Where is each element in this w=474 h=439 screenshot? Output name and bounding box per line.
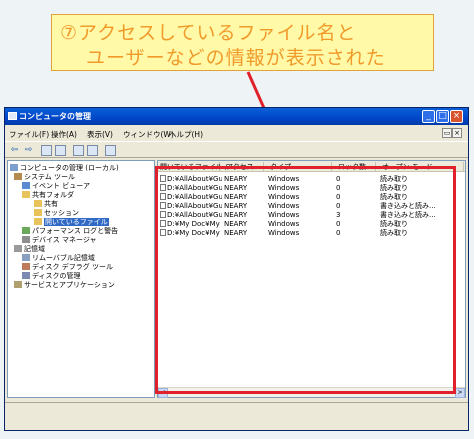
tools-icon	[14, 173, 22, 180]
computer-management-app-icon	[8, 112, 17, 120]
tree-item-shared-folders[interactable]: 共有フォルダ	[22, 191, 74, 200]
device-manager-icon	[22, 236, 30, 243]
tree-item-device-manager[interactable]: デバイス マネージャ	[22, 236, 97, 245]
folder-icon	[34, 209, 42, 216]
annotation-callout: ⑦アクセスしているファイル名と ユーザーなどの情報が表示された	[51, 14, 434, 71]
shared-folder-icon	[22, 191, 30, 198]
scroll-right-button[interactable]: >	[455, 388, 465, 398]
tree-item-computer-management[interactable]: コンピュータの管理 (ローカル)	[10, 164, 119, 173]
tree-item-disk-management[interactable]: ディスクの管理	[22, 272, 81, 281]
tree-item-disk-defragmenter[interactable]: ディスク デフラグ ツール	[22, 263, 113, 272]
performance-icon	[22, 227, 30, 234]
folder-icon	[34, 200, 42, 207]
menu-action[interactable]: 操作(A)	[51, 129, 77, 140]
menu-help[interactable]: ヘルプ(H)	[169, 129, 203, 140]
tree-item-performance-logs[interactable]: パフォーマンス ログと警告	[22, 227, 118, 236]
forward-arrow-icon[interactable]: ⇨	[23, 145, 34, 156]
minimize-button[interactable]: _	[422, 110, 435, 123]
status-bar	[5, 402, 468, 416]
window-title: コンピュータの管理	[19, 112, 91, 121]
show-hide-tree-icon[interactable]	[55, 145, 66, 156]
mdi-controls: ▭ ×	[442, 128, 464, 138]
menu-view[interactable]: 表示(V)	[87, 129, 113, 140]
menu-file[interactable]: ファイル(F)	[9, 129, 49, 140]
close-button[interactable]: ×	[450, 110, 463, 123]
tree-item-sessions[interactable]: セッション	[34, 209, 79, 218]
menu-bar: ファイル(F) 操作(A) 表示(V) ウィンドウ(W) ヘルプ(H)	[5, 126, 468, 140]
title-bar[interactable]: コンピュータの管理 _ □ ×	[5, 108, 468, 125]
defrag-icon	[22, 263, 30, 270]
maximize-button[interactable]: □	[436, 110, 449, 123]
tree-item-shares[interactable]: 共有	[34, 200, 58, 209]
removable-storage-icon	[22, 254, 30, 261]
tree-item-storage[interactable]: 記憶域	[14, 245, 45, 254]
services-icon	[14, 281, 22, 288]
event-viewer-icon	[22, 182, 30, 189]
up-folder-icon[interactable]	[41, 145, 52, 156]
disk-management-icon	[22, 272, 30, 279]
tree-item-removable-storage[interactable]: リムーバブル記憶域	[22, 254, 95, 263]
storage-icon	[14, 245, 22, 252]
export-list-icon[interactable]	[87, 145, 98, 156]
tree-item-event-viewer[interactable]: イベント ビューア	[22, 182, 90, 191]
tree-item-open-files[interactable]: 開いているファイル	[34, 218, 109, 227]
toolbar: ⇦ ⇨	[5, 141, 468, 158]
menu-window[interactable]: ウィンドウ(W)	[123, 129, 174, 140]
callout-line-1: ⑦アクセスしているファイル名と	[60, 22, 357, 44]
mdi-close-button[interactable]: ×	[452, 128, 462, 138]
computer-icon	[10, 164, 18, 171]
mdi-restore-button[interactable]: ▭	[442, 128, 452, 138]
back-arrow-icon[interactable]: ⇦	[9, 145, 20, 156]
folder-icon	[34, 218, 42, 225]
annotation-highlight-box	[155, 166, 456, 394]
help-icon[interactable]	[105, 145, 116, 156]
refresh-icon[interactable]	[73, 145, 84, 156]
tree-item-system-tools[interactable]: システム ツール	[14, 173, 75, 182]
console-tree: コンピュータの管理 (ローカル) システム ツール イベント ビューア 共有フォ…	[7, 160, 155, 398]
callout-line-2: ユーザーなどの情報が表示された	[86, 47, 386, 69]
tree-item-services-applications[interactable]: サービスとアプリケーション	[14, 281, 115, 290]
